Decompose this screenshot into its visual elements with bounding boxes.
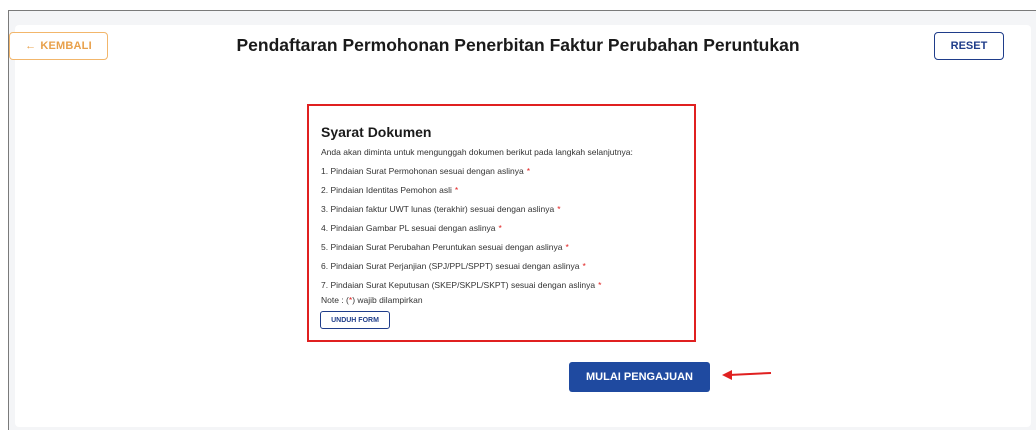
requirements-intro: Anda akan diminta untuk mengunggah dokum… [321, 147, 633, 157]
required-mark: * [598, 280, 602, 290]
required-note: Note : (*) wajib dilampirkan [321, 295, 423, 305]
required-mark: * [557, 204, 561, 214]
requirement-item: 1. Pindaian Surat Permohonan sesuai deng… [321, 166, 531, 176]
page-title: Pendaftaran Permohonan Penerbitan Faktur… [236, 35, 800, 55]
requirement-item: 6. Pindaian Surat Perjanjian (SPJ/PPL/SP… [321, 261, 586, 271]
requirements-list: 1. Pindaian Surat Permohonan sesuai deng… [321, 165, 601, 298]
annotation-arrow-icon [722, 370, 772, 380]
download-form-button[interactable]: UNDUH FORM [320, 311, 390, 329]
requirements-panel: Syarat Dokumen Anda akan diminta untuk m… [307, 104, 696, 342]
requirement-item: 4. Pindaian Gambar PL sesuai dengan asli… [321, 223, 502, 233]
start-submission-button[interactable]: MULAI PENGAJUAN [569, 362, 710, 392]
required-mark: * [582, 261, 586, 271]
requirement-item: 2. Pindaian Identitas Pemohon asli * [321, 185, 459, 195]
required-mark: * [454, 185, 459, 195]
requirement-item: 3. Pindaian faktur UWT lunas (terakhir) … [321, 204, 561, 214]
reset-button[interactable]: RESET [934, 32, 1004, 60]
requirements-title: Syarat Dokumen [321, 124, 432, 140]
required-mark: * [526, 166, 531, 176]
requirement-item: 5. Pindaian Surat Perubahan Peruntukan s… [321, 242, 569, 252]
required-mark: * [498, 223, 502, 233]
required-mark: * [565, 242, 569, 252]
